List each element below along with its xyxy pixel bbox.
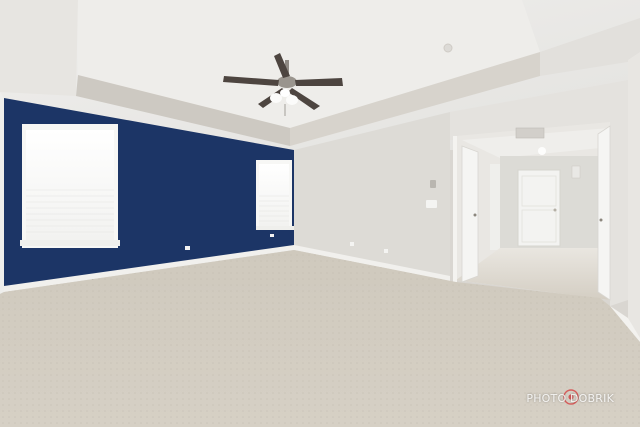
room-illustration bbox=[0, 0, 640, 427]
thermostat bbox=[430, 180, 436, 188]
window-right bbox=[256, 160, 294, 230]
open-door-right bbox=[597, 125, 611, 301]
light-switch bbox=[426, 200, 437, 208]
fan-light bbox=[270, 93, 282, 103]
watermark-text: PHOTO DOBRIK bbox=[526, 392, 614, 405]
hallway-door bbox=[517, 169, 561, 247]
hallway-doorway bbox=[453, 122, 611, 301]
air-vent bbox=[515, 127, 545, 139]
fan-light bbox=[286, 95, 298, 105]
wall-outlet bbox=[350, 242, 354, 246]
wall-outlet bbox=[185, 246, 190, 250]
wall-outlet bbox=[270, 234, 274, 237]
fan-light bbox=[280, 89, 290, 97]
wall-outlet bbox=[384, 249, 388, 253]
window-left bbox=[20, 124, 120, 248]
bedroom-photo: PHOTO DOBRIK bbox=[0, 0, 640, 427]
smoke-detector bbox=[443, 43, 453, 53]
hallway-light bbox=[538, 147, 546, 155]
